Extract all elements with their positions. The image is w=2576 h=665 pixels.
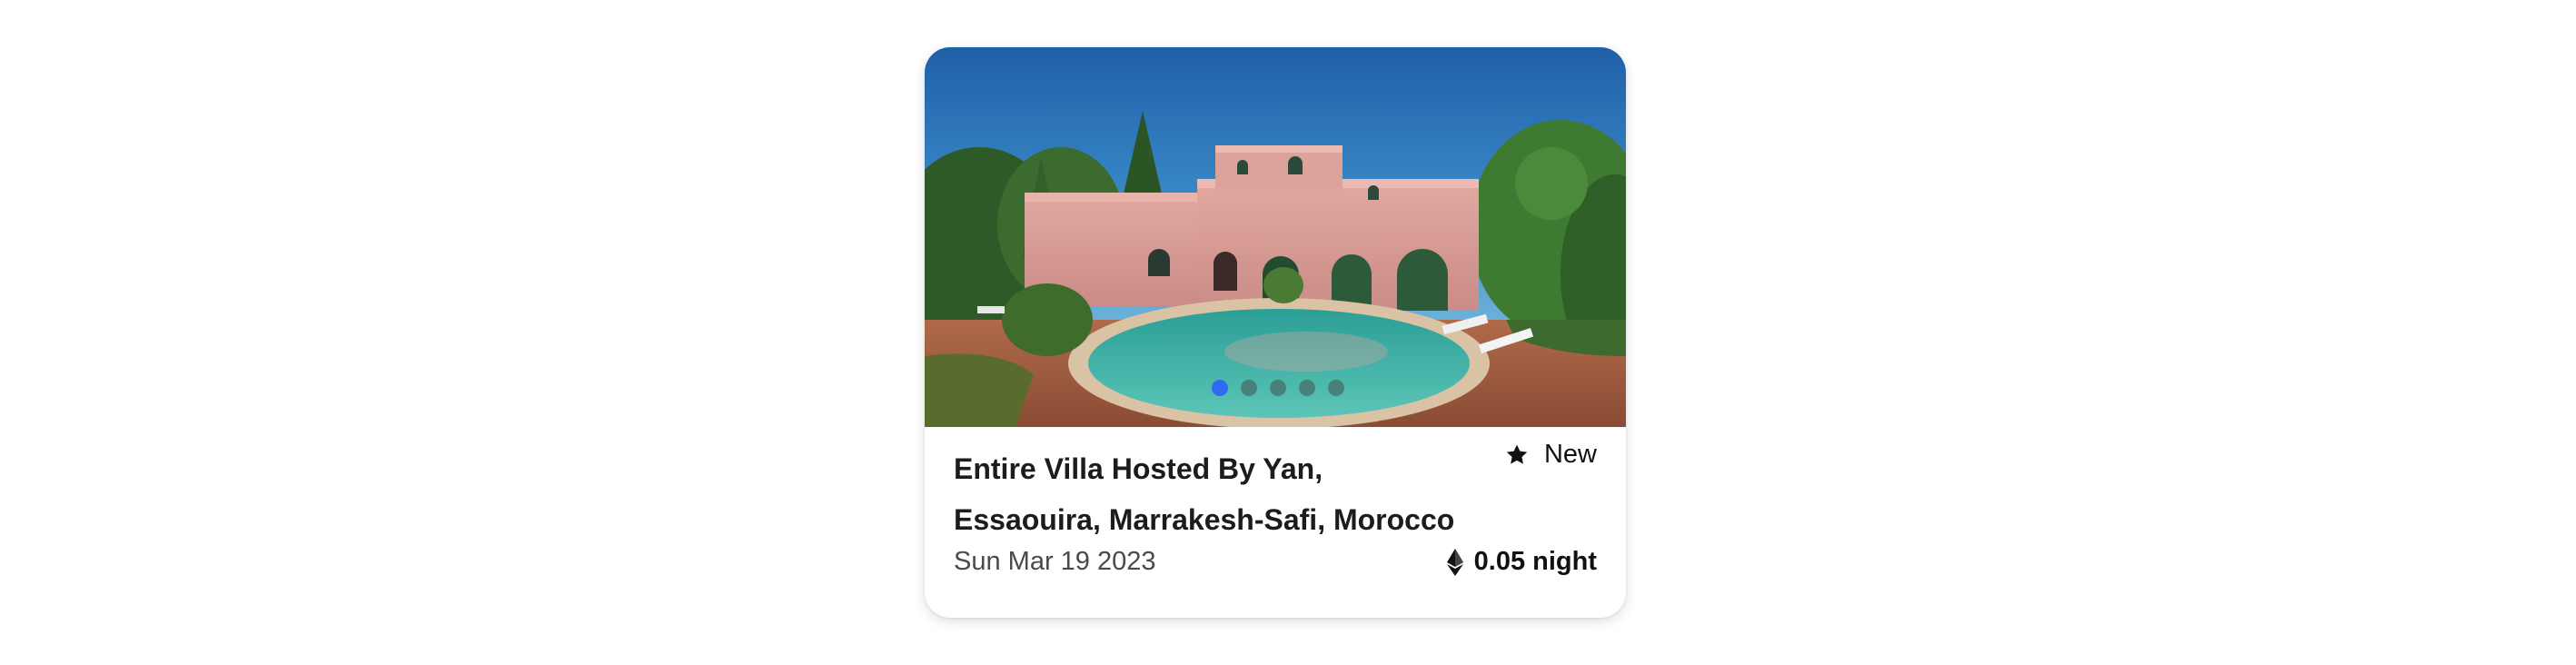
carousel-dot-1[interactable]: [1212, 380, 1228, 396]
star-icon: [1506, 444, 1528, 464]
listing-details: Entire Villa Hosted By Yan, Essaouira, M…: [954, 427, 1597, 618]
rating-badge: New: [1504, 440, 1597, 470]
carousel-dot-5[interactable]: [1328, 380, 1344, 396]
ethereum-icon: [1446, 548, 1463, 576]
listing-date: Sun Mar 19 2023: [954, 547, 1156, 576]
carousel-dot-4[interactable]: [1299, 380, 1315, 396]
listing-title[interactable]: Entire Villa Hosted By Yan, Essaouira, M…: [954, 443, 1462, 545]
carousel-dot-3[interactable]: [1270, 380, 1286, 396]
listing-price: 0.05 night: [1446, 547, 1597, 577]
carousel-dots: [925, 380, 1626, 396]
listing-photo[interactable]: [925, 47, 1626, 427]
rating-label: New: [1543, 440, 1597, 469]
listing-card[interactable]: Entire Villa Hosted By Yan, Essaouira, M…: [925, 47, 1626, 618]
price-label: 0.05 night: [1473, 547, 1597, 576]
carousel-dot-2[interactable]: [1241, 380, 1257, 396]
villa-photo-image: [925, 47, 1626, 427]
